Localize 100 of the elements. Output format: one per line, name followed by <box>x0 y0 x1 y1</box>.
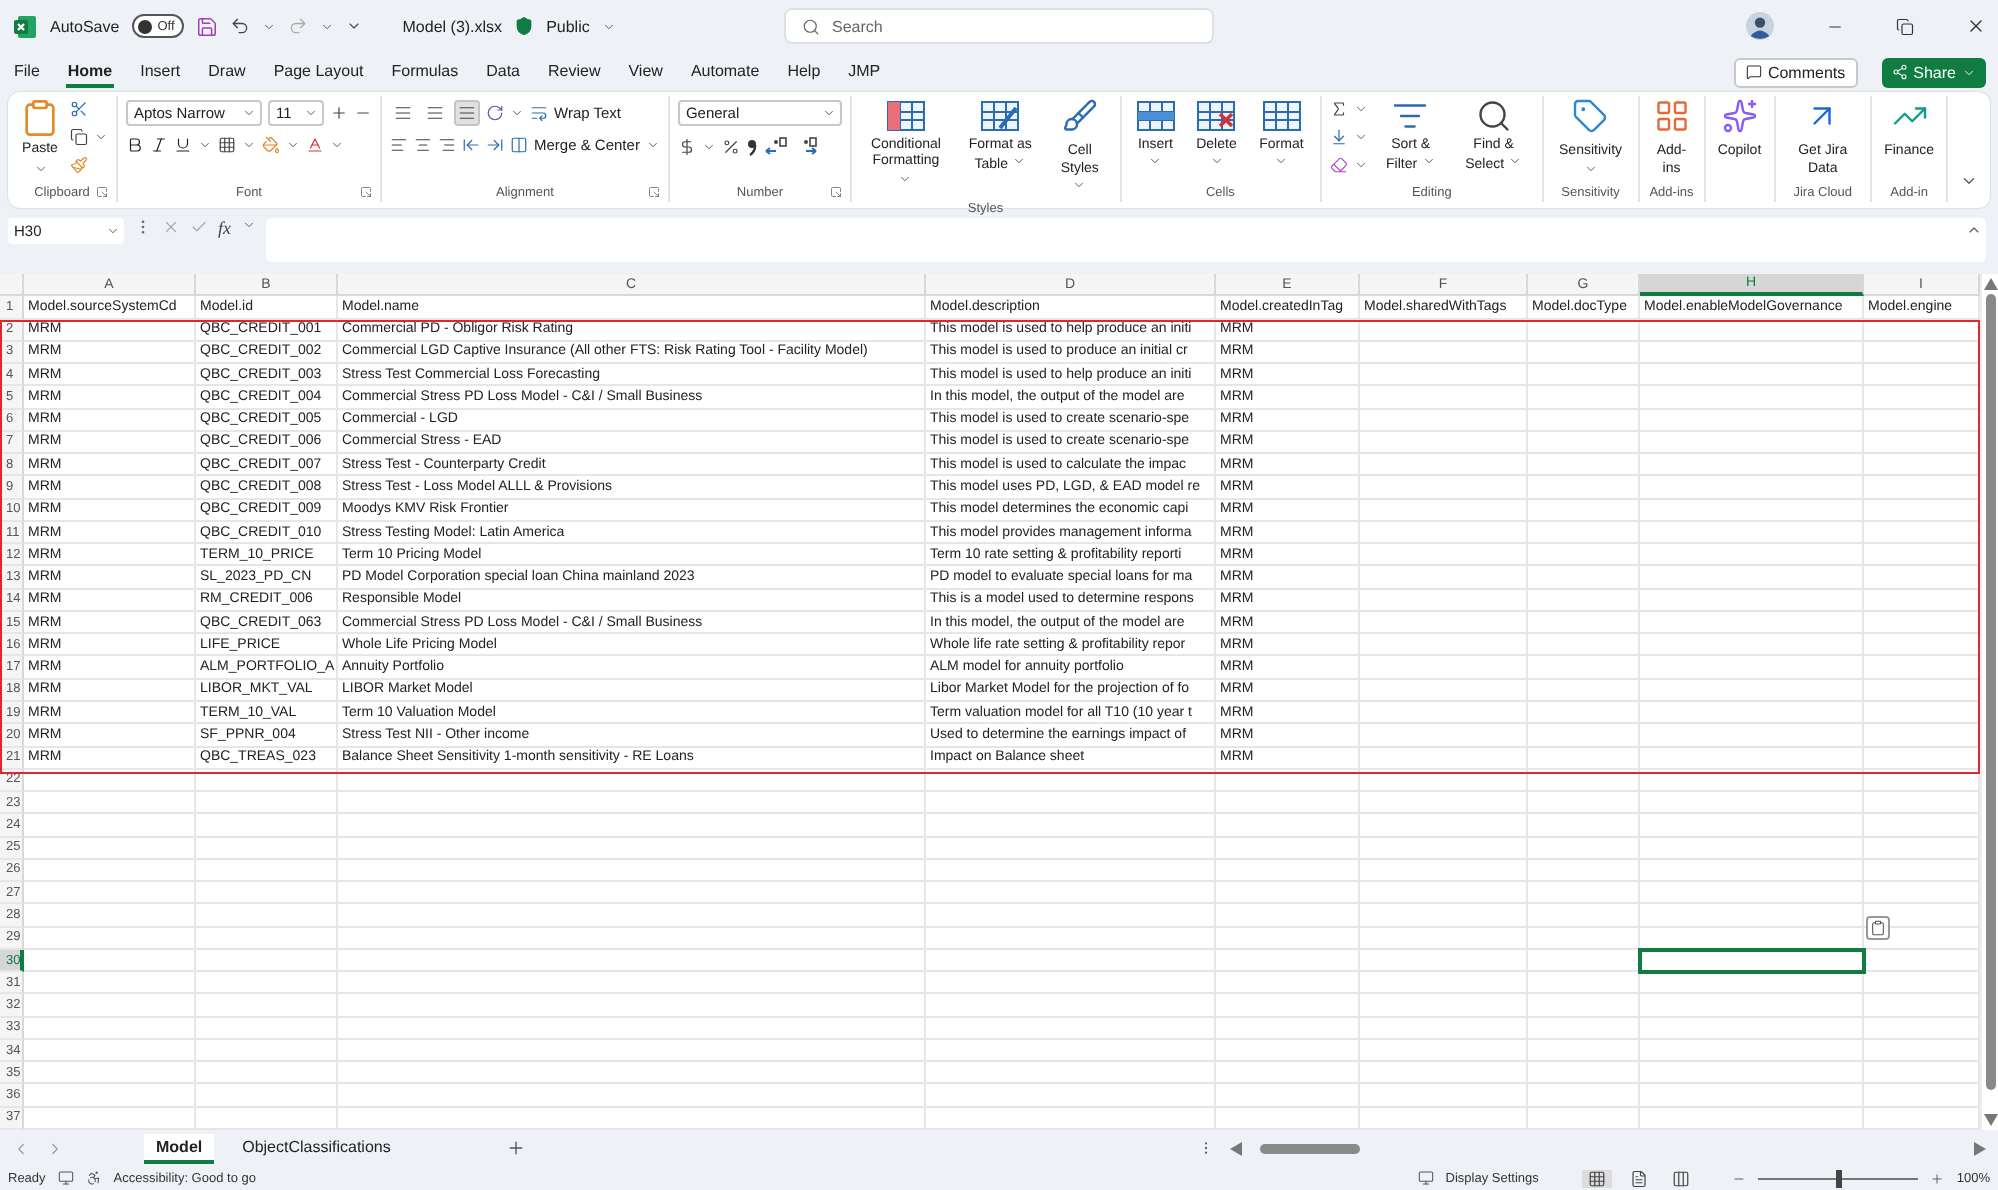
table-cell[interactable] <box>1360 701 1528 725</box>
table-icon[interactable] <box>1196 98 1237 134</box>
table-cell[interactable] <box>338 949 926 973</box>
table-cell[interactable] <box>24 904 196 928</box>
increase-decimal-icon[interactable] <box>763 136 788 156</box>
menu-tab[interactable]: Data <box>484 57 522 87</box>
table-cell[interactable] <box>24 859 196 883</box>
table-cell[interactable] <box>1640 882 1864 905</box>
table-cell[interactable] <box>196 882 338 905</box>
caret-icon[interactable] <box>701 139 716 153</box>
table-cell[interactable] <box>338 1107 926 1130</box>
table-cell[interactable] <box>1640 904 1864 928</box>
table-cell[interactable] <box>1216 994 1360 1018</box>
table-cell[interactable] <box>1528 837 1640 860</box>
table-cell[interactable] <box>338 814 926 838</box>
table-cell[interactable] <box>926 1017 1216 1040</box>
table-cell[interactable] <box>1216 1107 1360 1130</box>
bold-icon[interactable] <box>126 136 144 154</box>
table-cell[interactable] <box>1640 679 1864 702</box>
table-cell[interactable] <box>1528 769 1640 793</box>
scrollbar-thumb[interactable] <box>1985 294 1995 1090</box>
menu-tab[interactable]: File <box>12 57 42 87</box>
caret-icon[interactable] <box>1583 161 1598 176</box>
table-cell[interactable] <box>1216 1039 1360 1063</box>
table-cell[interactable] <box>1528 319 1640 342</box>
menu-tab[interactable]: Draw <box>206 57 248 87</box>
comments-button[interactable]: Comments <box>1733 57 1858 87</box>
table-cell[interactable] <box>1360 972 1528 995</box>
sum-icon[interactable] <box>1329 100 1348 118</box>
table-cell[interactable] <box>1640 634 1864 657</box>
enter-icon[interactable] <box>190 218 208 236</box>
currency-icon[interactable] <box>677 137 696 155</box>
accessibility-icon[interactable] <box>85 1170 102 1186</box>
fill-color-icon[interactable] <box>262 136 280 154</box>
table-cell[interactable] <box>338 1084 926 1108</box>
merge-icon[interactable] <box>510 136 528 154</box>
table-cell[interactable] <box>1360 859 1528 883</box>
table-cell[interactable] <box>338 1062 926 1085</box>
caret-icon[interactable] <box>1962 65 1976 79</box>
comma-style-icon[interactable] <box>745 137 758 155</box>
table-cell[interactable] <box>1528 566 1640 590</box>
scroll-right-icon[interactable] <box>1974 1141 1986 1155</box>
table-cell[interactable] <box>338 927 926 950</box>
table-cell[interactable] <box>196 837 338 860</box>
table-cell[interactable] <box>1528 499 1640 522</box>
sheet-tab[interactable]: Model <box>144 1133 215 1163</box>
caret-icon[interactable] <box>242 138 256 152</box>
table-cell[interactable] <box>1640 769 1864 793</box>
table-cell[interactable] <box>1360 319 1528 342</box>
table-cell[interactable] <box>24 1107 196 1130</box>
table-cell[interactable] <box>196 927 338 950</box>
table-cell[interactable] <box>196 1039 338 1063</box>
table-cell[interactable] <box>1528 679 1640 702</box>
table-cell[interactable] <box>1528 1084 1640 1108</box>
table-cell[interactable] <box>1640 476 1864 500</box>
table-cell[interactable] <box>1360 927 1528 950</box>
sparkles-icon[interactable] <box>1721 98 1758 134</box>
table-cell[interactable] <box>1640 747 1864 770</box>
caret-icon[interactable] <box>304 106 318 120</box>
table-cell[interactable] <box>1360 544 1528 567</box>
filter-icon[interactable] <box>1392 98 1429 134</box>
table-cell[interactable] <box>1528 972 1640 995</box>
table-cell[interactable] <box>1360 724 1528 748</box>
table-cell[interactable] <box>196 1107 338 1130</box>
table-cell[interactable] <box>338 972 926 995</box>
table-cell[interactable] <box>338 882 926 905</box>
table-cell[interactable] <box>1360 409 1528 432</box>
menu-tab[interactable]: Review <box>546 57 603 87</box>
table-cell[interactable] <box>1360 747 1528 770</box>
table-cell[interactable] <box>1528 859 1640 883</box>
table-cell[interactable] <box>926 994 1216 1018</box>
table-cell[interactable] <box>1360 679 1528 702</box>
caret-icon[interactable] <box>1508 154 1522 169</box>
table-cell[interactable] <box>1640 701 1864 725</box>
caret-icon[interactable] <box>1148 154 1163 169</box>
avatar-icon[interactable] <box>1746 12 1774 40</box>
table-cell[interactable] <box>1640 724 1864 748</box>
decrease-indent-icon[interactable] <box>462 136 480 154</box>
table-cell[interactable] <box>1640 994 1864 1018</box>
copy-icon[interactable] <box>70 128 88 146</box>
menu-tab[interactable]: Automate <box>688 57 762 87</box>
table-cell[interactable] <box>338 994 926 1018</box>
table-cell[interactable] <box>1640 566 1864 590</box>
table-cell[interactable] <box>1528 882 1640 905</box>
menu-tab[interactable]: Help <box>785 57 823 87</box>
fill-icon[interactable] <box>1329 128 1348 146</box>
share-icon[interactable] <box>1891 64 1908 80</box>
caret-icon[interactable] <box>1209 154 1224 169</box>
table-cell[interactable] <box>1360 499 1528 522</box>
table-cell[interactable] <box>1528 1039 1640 1063</box>
table-cell[interactable] <box>1528 656 1640 680</box>
table-cell[interactable] <box>24 994 196 1018</box>
table-cell[interactable] <box>1360 364 1528 387</box>
table-cell[interactable] <box>926 972 1216 995</box>
dialog-launcher-icon[interactable] <box>360 186 372 198</box>
table-cell[interactable] <box>1528 431 1640 455</box>
table-cell[interactable] <box>1640 656 1864 680</box>
table-cell[interactable] <box>1360 341 1528 365</box>
table-cell[interactable] <box>24 792 196 815</box>
table-cell[interactable] <box>1360 1107 1528 1130</box>
